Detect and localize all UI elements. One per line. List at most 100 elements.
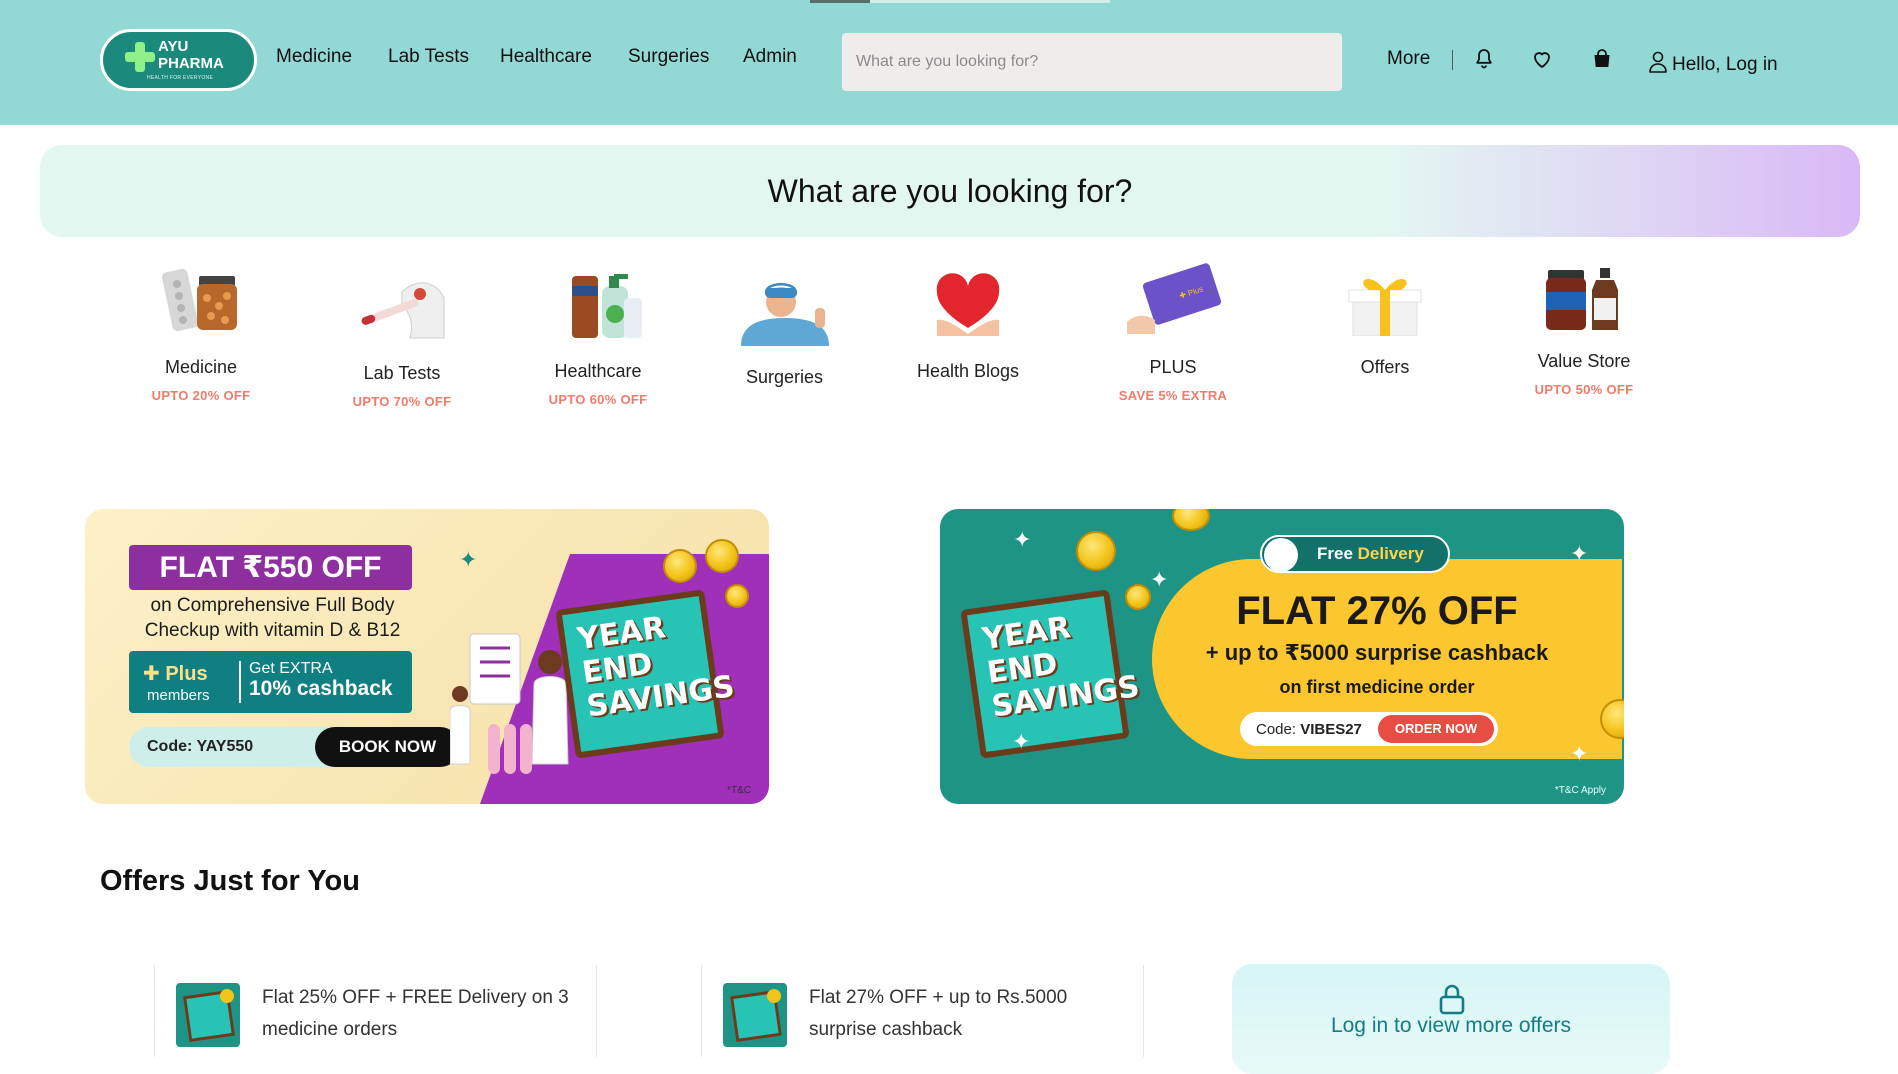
category-offer: UPTO 20% OFF: [151, 388, 251, 403]
offers-section-title: Offers Just for You: [100, 865, 360, 897]
category-surgeries[interactable]: Surgeries: [727, 274, 842, 388]
hero-title: What are you looking for?: [767, 173, 1133, 209]
surgeon-icon: [731, 274, 839, 346]
medicine-icon: [153, 266, 249, 336]
year-end-savings-badge: YEAR END SAVINGS: [960, 589, 1142, 759]
sparkle-icon: ✦: [1150, 567, 1169, 592]
book-now-button[interactable]: BOOK NOW: [315, 727, 460, 767]
coupon-code: Code: YAY550: [147, 738, 254, 755]
sparkle-icon: ✦: [1570, 541, 1589, 566]
free-delivery-badge: Free Delivery: [1260, 535, 1450, 573]
banner-headline: FLAT ₹550 OFF: [129, 545, 412, 590]
brand-name-line1: AYU: [158, 38, 189, 55]
order-now-button[interactable]: ORDER NOW: [1378, 715, 1494, 743]
coupon-code-pill: Code: YAY550 BOOK NOW: [129, 727, 460, 767]
category-label: Surgeries: [745, 367, 824, 387]
category-label: Offers: [1360, 357, 1410, 377]
banner-subtitle-2: on first medicine order: [1279, 677, 1475, 697]
plus-label: ✚ Plus: [143, 663, 208, 685]
offer-text: Flat 27% OFF + up to Rs.5000 surprise ca…: [809, 987, 1068, 1040]
category-offer: UPTO 50% OFF: [1534, 382, 1634, 397]
category-label: Lab Tests: [363, 363, 441, 383]
bag-icon[interactable]: [1590, 47, 1614, 71]
free-delivery-word2: Delivery: [1357, 544, 1424, 563]
nav-lab-tests[interactable]: Lab Tests: [388, 46, 469, 68]
nav-medicine[interactable]: Medicine: [276, 46, 352, 68]
nav-admin[interactable]: Admin: [743, 46, 797, 68]
header-divider: [1452, 50, 1453, 70]
category-healthcare[interactable]: Healthcare UPTO 60% OFF: [538, 272, 658, 407]
offer-card[interactable]: Flat 25% OFF + FREE Delivery on 3 medici…: [154, 965, 597, 1057]
healthcare-products-icon: [550, 272, 646, 340]
value-store-icon: [1538, 266, 1630, 330]
plus-cashback-text: Get EXTRA 10% cashback: [249, 660, 393, 700]
banner-subtitle: + up to ₹5000 surprise cashback: [1205, 640, 1549, 665]
search-box: [842, 33, 1342, 91]
banner-subtitle: on Comprehensive Full Body Checkup with …: [144, 595, 401, 641]
category-plus[interactable]: ✚ Plus PLUS SAVE 5% EXTRA: [1114, 262, 1232, 403]
category-offers[interactable]: Offers: [1330, 268, 1440, 378]
brand-tagline: HEALTH FOR EVERYONE: [147, 75, 214, 81]
coupon-code-pill: Code: VIBES27 ORDER NOW: [1240, 712, 1498, 746]
offer-thumbnail: [723, 983, 787, 1047]
sparkle-icon: ✦: [459, 547, 478, 572]
plus-members-label: members: [147, 687, 210, 704]
medical-cross-icon: [125, 42, 155, 72]
year-end-savings-badge: YEAR END SAVINGS: [555, 589, 737, 759]
nav-surgeries[interactable]: Surgeries: [628, 46, 709, 68]
free-delivery-word1: Free: [1317, 544, 1353, 563]
brand-name-line2: PHARMA: [158, 55, 224, 72]
category-lab-tests[interactable]: Lab Tests UPTO 70% OFF: [343, 272, 461, 409]
category-offer: UPTO 70% OFF: [352, 394, 452, 409]
heart-icon[interactable]: [1530, 47, 1554, 71]
offer-card[interactable]: Flat 27% OFF + up to Rs.5000 surprise ca…: [701, 965, 1144, 1057]
plus-card-icon: ✚ Plus: [1121, 262, 1225, 336]
gift-icon: [1339, 268, 1431, 336]
offer-text: Flat 25% OFF + FREE Delivery on 3 medici…: [262, 987, 569, 1040]
nav-healthcare[interactable]: Healthcare: [500, 46, 592, 68]
coin-icon: [663, 549, 697, 583]
banner-headline: FLAT 27% OFF: [1236, 589, 1518, 633]
banner-full-body-checkup[interactable]: FLAT ₹550 OFF on Comprehensive Full Body…: [85, 509, 769, 804]
category-value-store[interactable]: Value Store UPTO 50% OFF: [1524, 266, 1644, 397]
terms-note: *T&C Apply: [1554, 785, 1606, 796]
page-scroll-indicator: [810, 0, 1110, 3]
category-health-blogs[interactable]: Health Blogs: [912, 270, 1024, 382]
category-label: Healthcare: [554, 361, 642, 381]
sparkle-icon: ✦: [1570, 741, 1589, 766]
coupon-code: Code: VIBES27: [1256, 721, 1362, 738]
coin-icon: [1076, 531, 1116, 571]
top-header: AYU PHARMA HEALTH FOR EVERYONE Medicine …: [0, 0, 1898, 125]
coin-icon: [1125, 584, 1151, 610]
category-label: PLUS: [1149, 357, 1197, 377]
login-link[interactable]: Hello, Log in: [1648, 48, 1778, 76]
brand-logo[interactable]: AYU PHARMA HEALTH FOR EVERYONE: [100, 29, 257, 91]
coin-icon: [1172, 509, 1210, 531]
category-label: Medicine: [164, 357, 238, 377]
login-label: Hello, Log in: [1672, 54, 1778, 75]
more-menu[interactable]: More: [1387, 48, 1430, 70]
sparkle-icon: ✦: [1012, 729, 1031, 754]
hero-band: What are you looking for?: [40, 145, 1860, 237]
test-tube-icon: [352, 272, 452, 342]
scooter-icon: [1264, 538, 1298, 572]
bell-icon[interactable]: [1472, 47, 1496, 71]
category-offer: SAVE 5% EXTRA: [1118, 388, 1228, 403]
category-medicine[interactable]: Medicine UPTO 20% OFF: [143, 266, 259, 403]
plus-separator: [239, 661, 241, 703]
user-icon: [1649, 51, 1667, 73]
category-label: Value Store: [1537, 351, 1631, 371]
coin-icon: [725, 584, 749, 608]
brand-name: AYU PHARMA: [158, 38, 248, 72]
coin-icon: [705, 539, 739, 573]
offer-thumbnail: [176, 983, 240, 1047]
search-input[interactable]: [842, 33, 1342, 91]
category-label: Health Blogs: [916, 361, 1020, 381]
login-to-view-offers-card[interactable]: Log in to view more offers: [1232, 964, 1670, 1074]
category-offer: UPTO 60% OFF: [548, 392, 648, 407]
sparkle-icon: ✦: [1013, 527, 1032, 552]
heart-hands-icon: [923, 270, 1013, 340]
banner-medicine-cashback[interactable]: Free Delivery FLAT 27% OFF + up to ₹5000…: [940, 509, 1624, 804]
plus-members-box: ✚ Plus members Get EXTRA 10% cashback: [129, 651, 412, 713]
login-offers-label: Log in to view more offers: [1330, 1014, 1572, 1037]
